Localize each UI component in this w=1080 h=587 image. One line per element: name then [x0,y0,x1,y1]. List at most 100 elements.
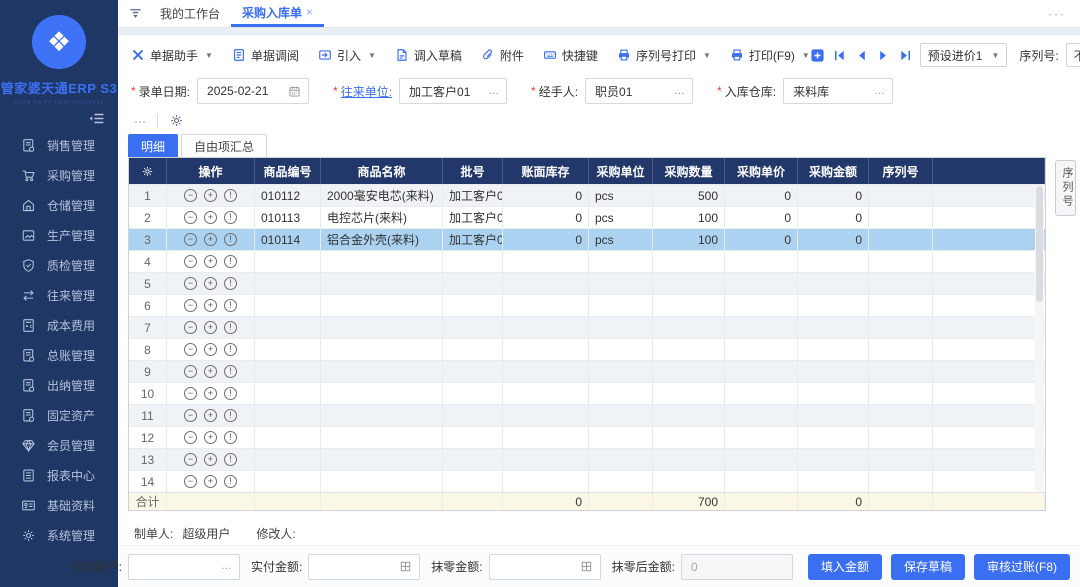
cell-stock[interactable]: 0 [503,229,589,250]
cell-name[interactable]: 2000毫安电芯(来料) [321,185,443,206]
cell-stock[interactable] [503,317,589,338]
tabbar-more-icon[interactable]: ··· [1048,7,1080,21]
cell-qty[interactable]: 500 [653,185,725,206]
add-row-icon[interactable]: + [204,365,217,378]
remove-row-icon[interactable]: − [184,387,197,400]
cell-batch[interactable] [443,273,503,294]
cell-price[interactable] [725,317,798,338]
sidebar-item-reports[interactable]: 报表中心 [0,460,118,490]
cell-name[interactable] [321,471,443,492]
close-tab-icon[interactable]: × [306,5,313,19]
cell-price[interactable] [725,251,798,272]
add-row-icon[interactable]: + [204,233,217,246]
toolbar-doc-assistant-button[interactable]: 单据助手▼ [131,47,213,64]
table-row[interactable]: 12−+! [129,426,1045,448]
cell-stock[interactable] [503,405,589,426]
remove-row-icon[interactable]: − [184,255,197,268]
nav-prev-button[interactable] [854,48,869,63]
cell-name[interactable]: 电控芯片(来料) [321,207,443,228]
cell-code[interactable] [255,361,321,382]
cell-stock[interactable] [503,449,589,470]
cell-qty[interactable] [653,295,725,316]
sidebar-item-members[interactable]: 会员管理 [0,430,118,460]
cell-amount[interactable]: 0 [798,185,869,206]
scrollbar-thumb[interactable] [1036,186,1043,302]
row-info-icon[interactable]: ! [224,255,237,268]
cell-name[interactable] [321,361,443,382]
cell-batch[interactable] [443,251,503,272]
cell-price[interactable] [725,273,798,294]
cell-code[interactable] [255,273,321,294]
cell-stock[interactable] [503,251,589,272]
cell-serial[interactable] [869,295,933,316]
cell-amount[interactable] [798,339,869,360]
cell-name[interactable] [321,251,443,272]
cell-name[interactable] [321,339,443,360]
table-row[interactable]: 4−+! [129,250,1045,272]
cell-price[interactable] [725,471,798,492]
sidebar-item-production[interactable]: 生产管理 [0,220,118,250]
cell-batch[interactable] [443,317,503,338]
cell-serial[interactable] [869,361,933,382]
sidebar-item-cashier[interactable]: 出纳管理 [0,370,118,400]
post-audit-button[interactable]: 审核过账(F8) [974,554,1070,580]
cell-batch[interactable] [443,449,503,470]
remove-row-icon[interactable]: − [184,321,197,334]
cell-name[interactable] [321,317,443,338]
cell-qty[interactable] [653,427,725,448]
cell-stock[interactable] [503,339,589,360]
row-info-icon[interactable]: ! [224,277,237,290]
cell-amount[interactable] [798,317,869,338]
calculator-grid-icon[interactable] [580,560,593,573]
cell-qty[interactable] [653,317,725,338]
cell-price[interactable] [725,449,798,470]
cell-amount[interactable] [798,251,869,272]
cell-price[interactable]: 0 [725,229,798,250]
nav-first-button[interactable] [832,48,847,63]
sidebar-item-contacts[interactable]: 往来管理 [0,280,118,310]
lookup-ellipsis-icon[interactable]: … [488,86,499,97]
cell-unit[interactable]: pcs [589,229,653,250]
cell-amount[interactable] [798,383,869,404]
cell-serial[interactable] [869,427,933,448]
cell-code[interactable] [255,339,321,360]
row-info-icon[interactable]: ! [224,211,237,224]
order-date-input[interactable] [205,83,284,99]
cell-batch[interactable] [443,339,503,360]
nav-next-button[interactable] [876,48,891,63]
remove-row-icon[interactable]: − [184,453,197,466]
table-row[interactable]: 6−+! [129,294,1045,316]
cell-serial[interactable] [869,339,933,360]
toolbar-doc-review-button[interactable]: 单据调阅 [232,47,299,64]
cell-unit[interactable] [589,361,653,382]
cell-qty[interactable] [653,383,725,404]
cell-amount[interactable]: 0 [798,207,869,228]
cell-qty[interactable] [653,471,725,492]
cell-qty[interactable] [653,405,725,426]
cell-qty[interactable] [653,361,725,382]
cell-batch[interactable]: 加工客户01 [443,207,503,228]
cell-amount[interactable] [798,295,869,316]
cell-unit[interactable] [589,449,653,470]
fill-amount-button[interactable]: 填入金额 [808,554,882,580]
cell-batch[interactable]: 加工客户01 [443,185,503,206]
row-info-icon[interactable]: ! [224,409,237,422]
toolbar-print-button[interactable]: 打印(F9)▼ [730,47,810,64]
cell-stock[interactable] [503,361,589,382]
cell-code[interactable]: 010113 [255,207,321,228]
cell-amount[interactable] [798,361,869,382]
cell-name[interactable] [321,427,443,448]
cell-price[interactable] [725,361,798,382]
tab-detail[interactable]: 明细 [128,134,178,157]
column-settings-gear-icon[interactable] [141,165,154,178]
add-row-icon[interactable]: + [204,409,217,422]
row-info-icon[interactable]: ! [224,189,237,202]
add-row-icon[interactable]: + [204,343,217,356]
row-info-icon[interactable]: ! [224,343,237,356]
row-info-icon[interactable]: ! [224,431,237,444]
sidebar-collapse-icon[interactable] [88,110,105,130]
add-row-icon[interactable]: + [204,277,217,290]
sidebar-item-purchase[interactable]: 采购管理 [0,160,118,190]
cell-name[interactable] [321,383,443,404]
save-draft-button[interactable]: 保存草稿 [891,554,965,580]
